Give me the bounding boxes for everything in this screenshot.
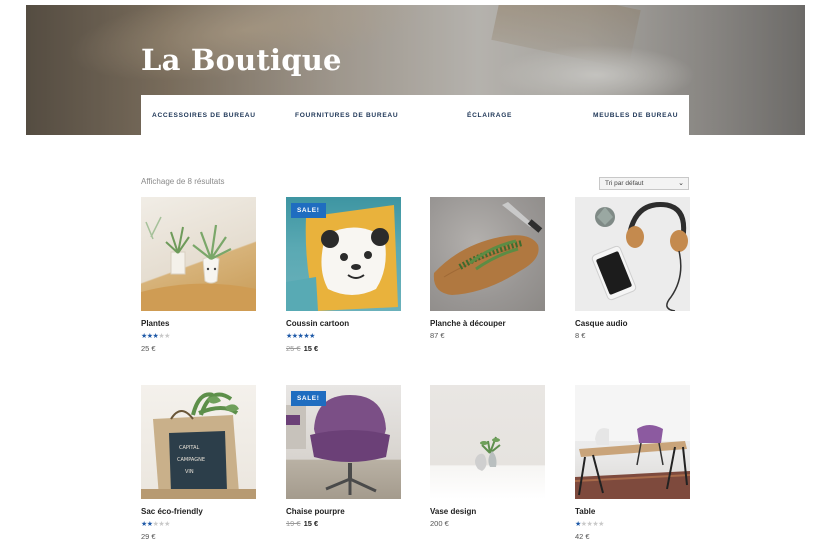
- svg-text:CAPITAL: CAPITAL: [179, 445, 199, 451]
- product-image[interactable]: [141, 197, 256, 311]
- sale-badge: SALE!: [291, 391, 326, 406]
- category-link-fournitures[interactable]: FOURNITURES DE BUREAU: [295, 112, 398, 119]
- product-price: 8 €: [575, 331, 586, 340]
- product-name[interactable]: Plantes: [141, 319, 256, 328]
- page-title: La Boutique: [141, 43, 342, 77]
- product-image[interactable]: [575, 385, 690, 499]
- product-card[interactable]: Vase design 200 €: [430, 385, 545, 528]
- product-card[interactable]: Casque audio 8 €: [575, 197, 690, 340]
- product-price: 25 €: [141, 344, 156, 353]
- old-price: 25 €: [286, 344, 301, 353]
- product-price: 25 €15 €: [286, 344, 401, 353]
- product-image[interactable]: [430, 385, 545, 499]
- product-name[interactable]: Chaise pourpre: [286, 507, 401, 516]
- product-price: 19 €15 €: [286, 519, 401, 528]
- product-name[interactable]: Planche à découper: [430, 319, 545, 328]
- category-link-meubles[interactable]: MEUBLES DE BUREAU: [593, 112, 678, 119]
- product-image[interactable]: CAPITAL CAMPAGNE VIN: [141, 385, 256, 499]
- product-price: 200 €: [430, 519, 449, 528]
- product-price: 29 €: [141, 532, 156, 541]
- product-name[interactable]: Coussin cartoon: [286, 319, 401, 328]
- product-name[interactable]: Table: [575, 507, 690, 516]
- star-rating: ★★★★★: [575, 521, 604, 528]
- product-image[interactable]: [430, 197, 545, 311]
- product-card[interactable]: CAPITAL CAMPAGNE VIN Sac éco-friendly ★★…: [141, 385, 256, 541]
- result-count: Affichage de 8 résultats: [141, 177, 225, 186]
- product-name[interactable]: Casque audio: [575, 319, 690, 328]
- product-card[interactable]: SALE! Chaise pourpre 19 €15 €: [286, 385, 401, 528]
- svg-text:VIN: VIN: [185, 469, 194, 475]
- sort-select-value: Tri par défaut: [605, 180, 644, 187]
- product-name[interactable]: Vase design: [430, 507, 545, 516]
- category-link-accessoires[interactable]: ACCESSOIRES DE BUREAU: [152, 112, 256, 119]
- sale-badge: SALE!: [291, 203, 326, 218]
- product-card[interactable]: Table ★★★★★ 42 €: [575, 385, 690, 541]
- product-name[interactable]: Sac éco-friendly: [141, 507, 256, 516]
- star-rating: ★★★★★: [286, 333, 315, 340]
- star-rating: ★★★★★: [141, 333, 170, 340]
- sale-price: 15 €: [303, 519, 319, 528]
- product-image[interactable]: SALE!: [286, 197, 401, 311]
- product-price: 87 €: [430, 331, 445, 340]
- product-card[interactable]: Planche à découper 87 €: [430, 197, 545, 340]
- product-card[interactable]: SALE! Coussin cartoon ★★★★★ 25 €15 €: [286, 197, 401, 353]
- product-image[interactable]: SALE!: [286, 385, 401, 499]
- product-image[interactable]: [575, 197, 690, 311]
- star-rating: ★★★★★: [141, 521, 170, 528]
- sale-price: 15 €: [303, 344, 319, 353]
- category-nav: ACCESSOIRES DE BUREAU FOURNITURES DE BUR…: [141, 95, 689, 135]
- sort-select[interactable]: Tri par défaut ⌄: [599, 177, 689, 190]
- product-price: 42 €: [575, 532, 590, 541]
- category-link-eclairage[interactable]: ÉCLAIRAGE: [467, 112, 512, 119]
- product-card[interactable]: Plantes ★★★★★ 25 €: [141, 197, 256, 353]
- chevron-down-icon: ⌄: [678, 180, 684, 187]
- svg-text:CAMPAGNE: CAMPAGNE: [177, 457, 205, 463]
- old-price: 19 €: [286, 519, 301, 528]
